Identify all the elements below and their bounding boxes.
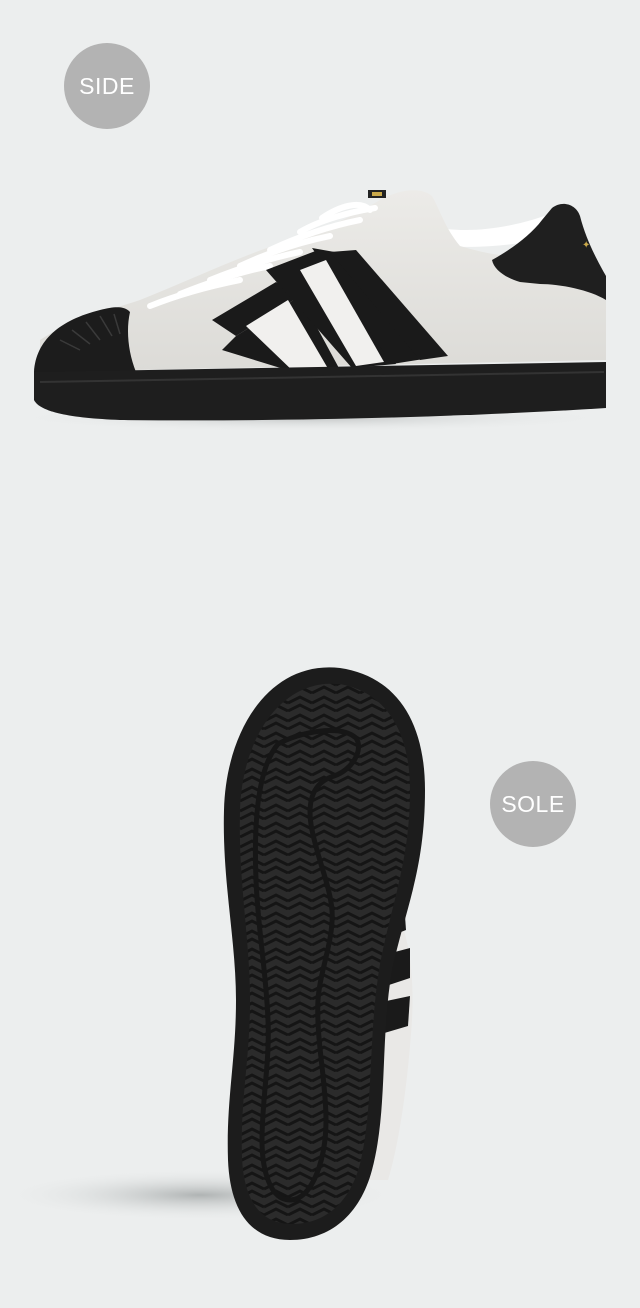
sneaker-side-image: ✦ <box>0 190 620 432</box>
sneaker-sole-image <box>0 667 425 1240</box>
sole-view-section: SOLE <box>0 640 640 1308</box>
heel-logo-mark: ✦ <box>582 240 590 251</box>
outsole <box>34 362 606 421</box>
side-view-section: SIDE ✦ <box>0 0 640 520</box>
product-detail-page: SIDE ✦ SOLE <box>0 0 640 1308</box>
